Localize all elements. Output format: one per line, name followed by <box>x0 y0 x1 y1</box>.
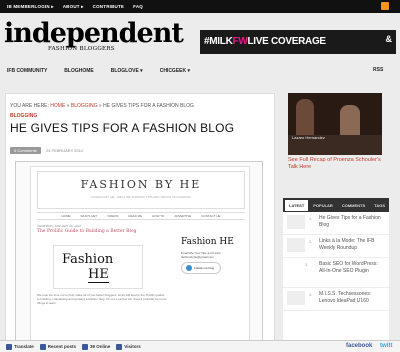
screenshot-menu-item: READ ME <box>128 214 143 218</box>
screenshot-blog-title: FASHION BY HE <box>80 178 202 191</box>
nav-chicgeek[interactable]: CHICGEEK ▾ <box>160 68 190 74</box>
visitors-icon <box>116 343 123 350</box>
breadcrumb-home[interactable]: HOME <box>50 103 65 109</box>
screenshot-header: FASHION BY HE FASHION BY HE · WE'LL BE S… <box>37 171 245 209</box>
post-category[interactable]: BLOGGING <box>10 113 37 119</box>
recent-posts-icon <box>39 343 46 350</box>
top-nav: IB MEMBERLOGIN ▸ ABOUT ▸ CONTRIBUTE FAQ <box>4 0 146 13</box>
screenshot-menu-item: WHO'S HE? <box>80 214 98 218</box>
screenshot-follow: Follow me blog <box>181 262 221 274</box>
screenshot-side-logo: Fashion HE <box>181 237 234 247</box>
top-nav-about[interactable]: ABOUT ▸ <box>60 4 87 10</box>
nav-bloghome[interactable]: BLOGHOME <box>64 68 93 74</box>
facebook-button[interactable]: facebook <box>346 343 372 349</box>
banner-hashtag: #MILKFWLIVE COVERAGE <box>204 36 326 47</box>
list-item[interactable]: 4. M.I.S.S. Techsessories: Lenovo IdeaPad… <box>283 288 389 311</box>
screenshot-logo: Fashion HE <box>53 245 143 289</box>
item-thumbnail <box>287 291 305 305</box>
screenshot-post-title: The Prolific Guide to Building a Better … <box>37 229 137 234</box>
online-count[interactable]: 39 Online <box>82 343 110 350</box>
item-thumbnail <box>287 238 305 252</box>
nav-rss-label[interactable]: RSS <box>373 67 383 73</box>
screenshot-page: FASHION BY HE FASHION BY HE · WE'LL BE S… <box>30 166 250 349</box>
twitter-button[interactable]: twitt <box>380 343 392 349</box>
screenshot-body: We took the time out to help make all of… <box>37 293 167 305</box>
screenshot-menu-item: ADVERTISE <box>174 214 192 218</box>
tab-tags[interactable]: TAGS <box>370 200 389 211</box>
site-logo[interactable]: independent <box>4 20 184 48</box>
banner-brand: & <box>385 34 393 44</box>
sidebar-video[interactable]: Lazaro Hernandez <box>288 93 382 155</box>
list-item[interactable]: 1. He Gives Tips for a Fashion Blog <box>283 212 389 235</box>
screenshot-menu-item: HOW TO <box>152 214 165 218</box>
person-left <box>296 99 314 139</box>
rss-icon[interactable] <box>381 2 389 10</box>
screenshot-menu: HOME WHO'S HE? VIDEOS READ ME HOW TO ADV… <box>37 212 245 220</box>
follow-icon <box>186 265 192 271</box>
nav-bloglove[interactable]: BLOGLOVE ▾ <box>111 68 143 74</box>
translate-button[interactable]: Translate <box>6 343 34 350</box>
list-item[interactable]: 3. Basic SEO for WordPress: All-In-One SE… <box>283 258 389 288</box>
tab-comments[interactable]: COMMENTS <box>338 200 369 211</box>
ad-banner[interactable]: #MILKFWLIVE COVERAGE & <box>200 30 396 54</box>
tab-popular[interactable]: POPULAR <box>309 200 337 211</box>
main-nav: IFB COMMUNITY BLOGHOME BLOGLOVE ▾ CHICGE… <box>0 64 400 77</box>
top-nav-memberlogin[interactable]: IB MEMBERLOGIN ▸ <box>4 4 57 10</box>
screenshot-post-date: THURSDAY, JANUARY 26, 2012 <box>37 224 81 228</box>
breadcrumb-blogging[interactable]: BLOGGING <box>71 103 98 109</box>
post-screenshot: FASHION BY HE FASHION BY HE · WE'LL BE S… <box>15 161 263 350</box>
video-caption: Lazaro Hernandez <box>292 135 325 140</box>
tab-latest[interactable]: LATEST <box>285 199 309 211</box>
post-date: 24 FEBRUARY 2012 <box>46 148 84 153</box>
post-title: HE GIVES TIPS FOR A FASHION BLOG <box>10 121 235 135</box>
top-nav-faq[interactable]: FAQ <box>130 4 146 9</box>
screenshot-menu-item: VIDEOS <box>107 214 119 218</box>
nav-ifb-community[interactable]: IFB COMMUNITY <box>7 68 47 74</box>
list-item[interactable]: 2. Links à la Mode: The IFB Weekly Roundu… <box>283 235 389 258</box>
comments-badge[interactable]: 6 Comments <box>10 147 41 154</box>
screenshot-menu-item: CONTACT HE <box>201 214 221 218</box>
latest-list: 1. He Gives Tips for a Fashion Blog 2. Lin… <box>283 212 389 350</box>
item-thumbnail <box>287 215 305 229</box>
online-icon <box>82 343 89 350</box>
sidebar-recap-link[interactable]: See Full Recap of Proenza Schouler's Tal… <box>288 157 382 171</box>
screenshot-blog-sub: FASHION BY HE · WE'LL BE SHARING TIPS AN… <box>91 195 191 199</box>
screenshot-readme: Email Me Your Tips and Links: fashionbyh… <box>181 251 222 259</box>
sidebar-tabs: LATEST POPULAR COMMENTS TAGS <box>283 198 389 212</box>
bottom-toolbar: Translate Recent posts 39 Online Visitor… <box>0 340 400 352</box>
visitors-button[interactable]: Visitors <box>116 343 141 350</box>
translate-icon <box>6 343 12 350</box>
screenshot-menu-item: HOME <box>61 214 71 218</box>
top-nav-contribute[interactable]: CONTRIBUTE <box>90 4 128 9</box>
recent-posts-button[interactable]: Recent posts <box>39 343 76 350</box>
breadcrumb: YOU ARE HERE: HOME » BLOGGING » HE GIVES… <box>10 103 194 109</box>
site-tagline: FASHION BLOGGERS <box>48 46 115 52</box>
top-bar: IB MEMBERLOGIN ▸ ABOUT ▸ CONTRIBUTE FAQ <box>0 0 400 13</box>
